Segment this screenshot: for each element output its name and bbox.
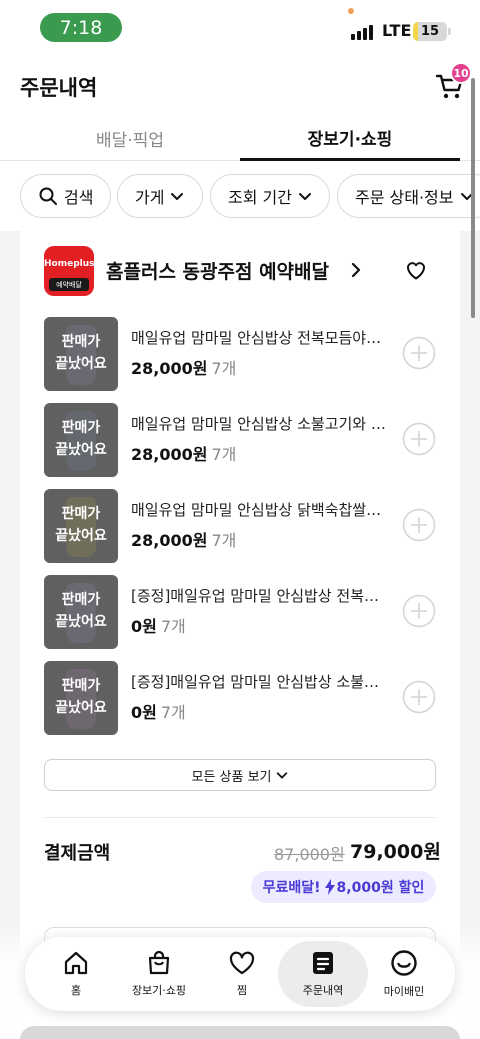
status-time: 7:18 — [40, 13, 122, 42]
product-quantity: 7개 — [211, 445, 237, 464]
tab-delivery-pickup[interactable]: 배달·픽업 — [20, 116, 240, 161]
add-to-cart-plus-icon[interactable] — [402, 680, 436, 714]
sold-out-label: 판매가 끝났어요 — [55, 678, 107, 716]
status-bar: 7:18 LTE 15 — [0, 0, 480, 56]
nav-my-baemin[interactable]: 마이배민 — [359, 941, 449, 1007]
nav-home-label: 홈 — [70, 984, 82, 997]
chevron-down-icon — [276, 772, 287, 779]
product-thumbnail: 판매가 끝났어요 — [44, 489, 118, 563]
privacy-indicator-dot — [348, 8, 354, 14]
store-filter-chip[interactable]: 가게 — [117, 174, 203, 218]
order-item[interactable]: 판매가끝났어요 매일유업 맘마밀 안심밥상 닭백숙찹쌀죽 200g 28,000… — [44, 487, 440, 563]
bottom-navigation: 홈 장보기·쇼핑 찜 주문내역 마이배민 — [25, 937, 455, 1011]
product-thumbnail: 판매가 끝났어요 — [44, 575, 118, 649]
order-card: Homeplus 예약배달 홈플러스 동광주점 예약배달 판매가 끝났어요 매일유… — [20, 231, 460, 1039]
view-all-products-label: 모든 상품 보기 — [191, 769, 272, 785]
signal-strength-icon — [351, 24, 377, 40]
search-filter-chip[interactable]: 검색 — [20, 174, 111, 218]
heart-icon — [229, 951, 255, 975]
add-to-cart-plus-icon[interactable] — [402, 508, 436, 542]
product-quantity: 7개 — [160, 703, 186, 722]
add-to-cart-plus-icon[interactable] — [402, 594, 436, 628]
order-item[interactable]: 판매가끝났어요 [증정]매일유업 맘마밀 안심밥상 소불고기와 야채 0원7개 — [44, 659, 440, 735]
nav-grocery-shopping[interactable]: 장보기·쇼핑 — [114, 941, 204, 1007]
original-price: 87,000원 — [274, 845, 345, 864]
tab-grocery-shopping[interactable]: 장보기·쇼핑 — [240, 116, 460, 161]
favorite-store-heart-icon[interactable] — [404, 258, 428, 282]
product-name: 매일유업 맘마밀 안심밥상 닭백숙찹쌀죽 200g — [131, 501, 389, 519]
period-filter-label: 조회 기간 — [228, 188, 292, 207]
add-to-cart-plus-icon[interactable] — [402, 422, 436, 456]
search-filter-label: 검색 — [64, 188, 94, 207]
my-profile-icon — [391, 950, 417, 976]
nav-my-baemin-label: 마이배민 — [383, 985, 425, 998]
filter-bar: 검색 가게 조회 기간 주문 상태·정보 — [0, 161, 480, 231]
chevron-down-icon — [298, 193, 311, 200]
period-filter-chip[interactable]: 조회 기간 — [210, 174, 330, 218]
product-price: 28,000원 7개 — [131, 531, 237, 550]
product-quantity: 7개 — [211, 531, 237, 550]
network-type: LTE — [382, 21, 412, 40]
payment-amount-label: 결제금액 — [44, 843, 111, 864]
free-delivery-discount-badge: 무료배달! 8,000원 할인 — [251, 871, 436, 903]
product-quantity: 7개 — [160, 617, 186, 636]
page-header: 주문내역 — [0, 56, 480, 116]
chevron-right-icon[interactable] — [350, 262, 362, 278]
home-icon — [64, 951, 88, 975]
view-all-products-button[interactable]: 모든 상품 보기 — [44, 759, 436, 791]
nav-order-history-label: 주문내역 — [302, 984, 344, 997]
add-to-cart-plus-icon[interactable] — [402, 336, 436, 370]
store-name-link[interactable]: 홈플러스 동광주점 예약배달 — [106, 257, 329, 284]
product-price: 28,000원 7개 — [131, 359, 237, 378]
chevron-down-icon — [171, 193, 184, 200]
cart-count-badge: 10 — [450, 62, 472, 84]
nav-home[interactable]: 홈 — [31, 941, 121, 1007]
nav-favorites-label: 찜 — [236, 984, 248, 997]
product-thumbnail: 판매가 끝났어요 — [44, 317, 118, 391]
product-thumbnail: 판매가 끝났어요 — [44, 403, 118, 477]
store-filter-label: 가게 — [135, 188, 165, 207]
battery-cap — [448, 28, 451, 35]
order-item[interactable]: 판매가끝났어요 매일유업 맘마밀 안심밥상 소불고기와 야채 200g 28,0… — [44, 401, 440, 477]
page-title: 주문내역 — [20, 76, 98, 100]
lightning-icon — [324, 879, 335, 895]
product-name: [증정]매일유업 맘마밀 안심밥상 전복모듬야채 — [131, 587, 389, 605]
product-price: 0원 7개 — [131, 703, 186, 722]
order-status-filter-label: 주문 상태·정보 — [355, 188, 454, 207]
product-quantity: 7개 — [211, 359, 237, 378]
product-price: 28,000원 7개 — [131, 445, 237, 464]
nav-grocery-shopping-label: 장보기·쇼핑 — [131, 984, 187, 997]
nav-order-history[interactable]: 주문내역 — [278, 941, 368, 1007]
scrollbar-thumb[interactable] — [471, 78, 475, 318]
store-logo: Homeplus 예약배달 — [44, 246, 94, 296]
nav-favorites[interactable]: 찜 — [197, 941, 287, 1007]
product-price: 0원 7개 — [131, 617, 186, 636]
order-status-filter-chip[interactable]: 주문 상태·정보 — [337, 174, 480, 218]
next-order-card-edge — [20, 1026, 460, 1039]
final-price: 79,000원 — [350, 841, 441, 863]
sold-out-label: 판매가 끝났어요 — [55, 592, 107, 630]
battery-icon: 15 — [413, 22, 447, 41]
order-list-icon — [313, 952, 333, 974]
shopping-bag-icon — [148, 950, 170, 975]
product-thumbnail: 판매가 끝났어요 — [44, 661, 118, 735]
store-logo-text: Homeplus — [44, 259, 94, 269]
sold-out-label: 판매가 끝났어요 — [55, 334, 107, 372]
sold-out-label: 판매가 끝났어요 — [55, 506, 107, 544]
promo-prefix: 무료배달! — [262, 880, 321, 896]
promo-amount: 8,000원 할인 — [336, 880, 425, 896]
product-name: [증정]매일유업 맘마밀 안심밥상 소불고기와 야채 — [131, 673, 389, 691]
order-item[interactable]: 판매가끝났어요 [증정]매일유업 맘마밀 안심밥상 전복모듬야채 0원7개 — [44, 573, 440, 649]
product-name: 매일유업 맘마밀 안심밥상 소불고기와 야채 200g — [131, 415, 389, 433]
sold-out-label: 판매가 끝났어요 — [55, 420, 107, 458]
section-divider — [44, 817, 436, 818]
search-icon — [39, 187, 57, 205]
order-item[interactable]: 판매가끝났어요 매일유업 맘마밀 안심밥상 전복모듬야채 200g 28,000… — [44, 315, 440, 391]
order-type-tabs: 배달·픽업 장보기·쇼핑 — [0, 116, 480, 161]
battery-percent: 15 — [420, 24, 440, 39]
product-name: 매일유업 맘마밀 안심밥상 전복모듬야채 200g — [131, 329, 389, 347]
store-logo-subtext: 예약배달 — [49, 278, 89, 291]
